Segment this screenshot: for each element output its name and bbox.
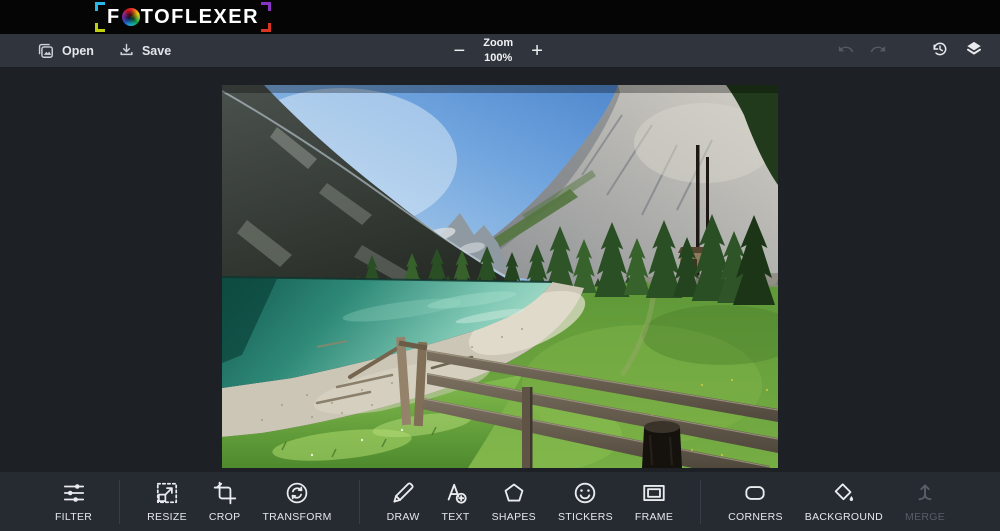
file-actions: Open Save xyxy=(0,41,171,60)
open-image-icon xyxy=(36,41,55,60)
tool-label: DRAW xyxy=(386,511,420,523)
redo-icon xyxy=(869,40,888,62)
layers-button[interactable] xyxy=(964,39,984,62)
logo-bracket-bottom-right-icon xyxy=(261,23,272,32)
tool-label: TRANSFORM xyxy=(262,511,332,523)
frame-icon xyxy=(641,480,667,506)
tool-label: FILTER xyxy=(54,511,93,523)
save-button[interactable]: Save xyxy=(118,42,171,59)
history-button[interactable] xyxy=(930,39,950,62)
logo-letter-f: F xyxy=(107,6,121,28)
layers-icon xyxy=(964,39,984,62)
tool-label: BACKGROUND xyxy=(804,511,884,523)
bottom-toolbar: FILTER RESIZE CROP TRANSFORM DRAW TEXT S… xyxy=(0,472,1000,531)
zoom-label: Zoom xyxy=(483,37,514,50)
editor-canvas xyxy=(0,68,1000,472)
tool-draw[interactable]: DRAW xyxy=(376,480,431,523)
tool-frame[interactable]: FRAME xyxy=(624,480,684,523)
tool-label: SHAPES xyxy=(491,511,536,523)
zoom-control: − Zoom 100% + xyxy=(454,36,543,65)
color-wheel-o-icon xyxy=(121,8,140,26)
logo-text: F TOFLEXER xyxy=(107,7,259,27)
transform-rotate-icon xyxy=(284,480,310,506)
open-button[interactable]: Open xyxy=(36,41,94,60)
tool-label: STICKERS xyxy=(557,511,613,523)
undo-button[interactable] xyxy=(836,40,855,62)
crop-icon xyxy=(212,480,238,506)
corners-rounded-rect-icon xyxy=(742,480,768,506)
logo-bracket-bottom-left-icon xyxy=(95,23,105,32)
shapes-pentagon-icon xyxy=(501,480,527,506)
history-clock-icon xyxy=(930,39,950,62)
toolbar-divider xyxy=(119,479,121,524)
open-label: Open xyxy=(62,43,94,58)
tool-label: MERGE xyxy=(905,511,946,523)
logo-letters-rest: TOFLEXER xyxy=(140,6,260,28)
tool-transform[interactable]: TRANSFORM xyxy=(251,480,342,523)
draw-pencil-icon xyxy=(390,480,416,506)
zoom-out-button[interactable]: − xyxy=(454,41,466,61)
save-label: Save xyxy=(141,43,172,58)
tool-filter[interactable]: FILTER xyxy=(44,480,103,523)
tool-background[interactable]: BACKGROUND xyxy=(794,480,894,523)
text-add-icon xyxy=(443,480,469,506)
background-fill-icon xyxy=(831,480,857,506)
logo-bracket-top-right-icon xyxy=(261,2,272,11)
toolbar-divider xyxy=(358,479,360,524)
tool-label: TEXT xyxy=(441,511,470,523)
tool-label: FRAME xyxy=(634,511,674,523)
top-bar: F TOFLEXER xyxy=(0,0,1000,34)
zoom-value: 100% xyxy=(484,51,513,64)
resize-icon xyxy=(154,480,180,506)
zoom-in-button[interactable]: + xyxy=(531,41,543,61)
filter-sliders-icon xyxy=(61,480,87,506)
stickers-smiley-icon xyxy=(572,480,598,506)
tool-label: CROP xyxy=(208,511,241,523)
logo-bracket-top-left-icon xyxy=(95,2,105,11)
tool-merge[interactable]: MERGE xyxy=(894,480,956,523)
menu-toolbar: Open Save − Zoom 100% + xyxy=(0,34,1000,68)
tool-crop[interactable]: CROP xyxy=(198,480,252,523)
undo-icon xyxy=(836,40,855,62)
tool-label: CORNERS xyxy=(728,511,783,523)
tool-corners[interactable]: CORNERS xyxy=(717,480,794,523)
history-actions xyxy=(836,39,1000,62)
merge-icon xyxy=(912,480,938,506)
zoom-indicator: Zoom 100% xyxy=(483,36,513,65)
toolbar-divider xyxy=(700,479,702,524)
redo-button[interactable] xyxy=(869,40,888,62)
app-logo: F TOFLEXER xyxy=(95,2,272,32)
tool-label: RESIZE xyxy=(147,511,187,523)
save-download-icon xyxy=(118,42,135,59)
canvas-image[interactable] xyxy=(222,85,778,468)
tool-resize[interactable]: RESIZE xyxy=(136,480,198,523)
tool-text[interactable]: TEXT xyxy=(431,480,481,523)
tool-stickers[interactable]: STICKERS xyxy=(547,480,624,523)
tool-shapes[interactable]: SHAPES xyxy=(481,480,547,523)
